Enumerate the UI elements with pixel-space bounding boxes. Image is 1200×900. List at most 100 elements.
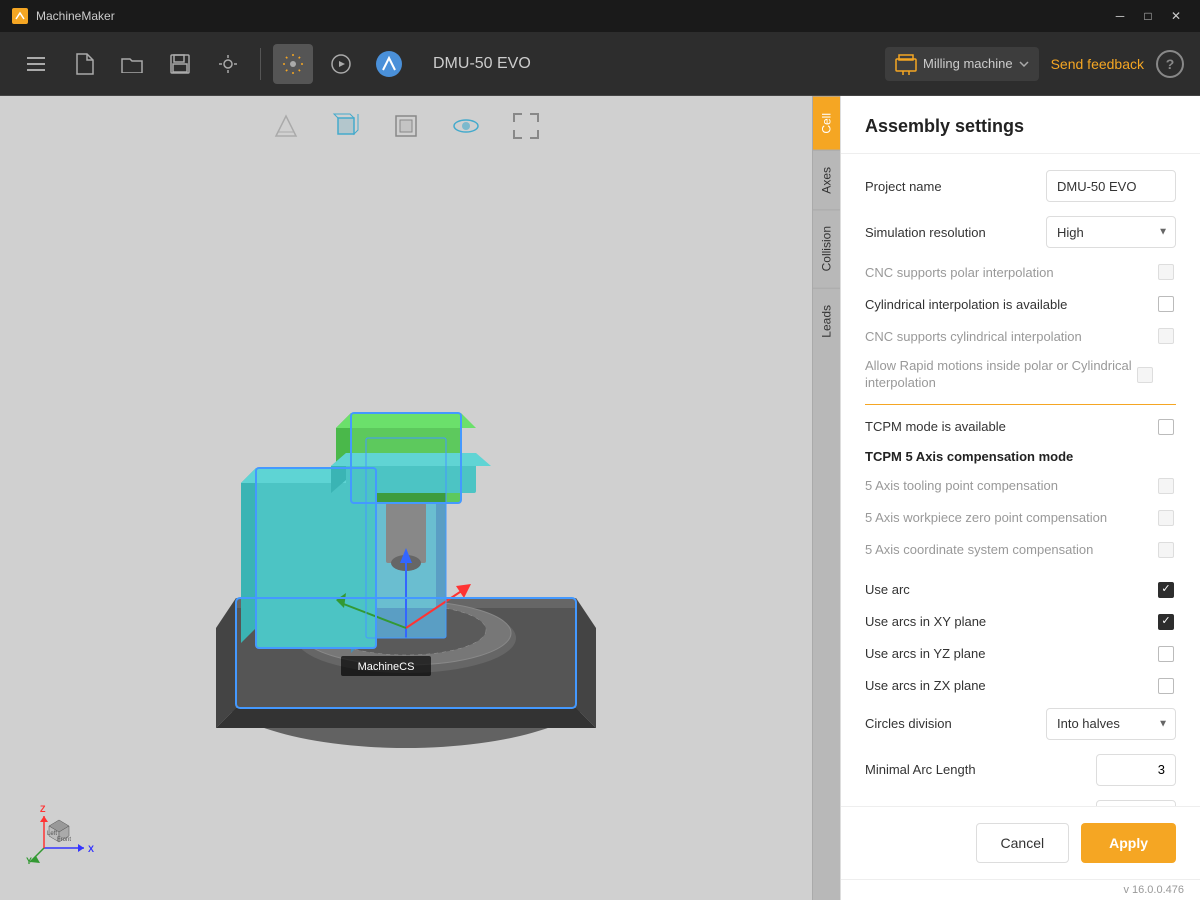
allow-rapid-row: Allow Rapid motions inside polar or Cyli… <box>865 358 1176 392</box>
play-button[interactable] <box>321 44 361 84</box>
svg-text:Left: Left <box>47 831 57 837</box>
view-perspective-button[interactable] <box>268 108 304 144</box>
viewport-canvas[interactable]: MachineCS <box>0 156 812 900</box>
side-tabs: Cell Axes Collision Leads <box>812 96 840 900</box>
settings-panel: Assembly settings Project name Simulatio… <box>840 96 1200 900</box>
tab-cell[interactable]: Cell <box>813 96 840 150</box>
menu-button[interactable] <box>16 44 56 84</box>
axis-tooling-row: 5 Axis tooling point compensation <box>865 476 1176 496</box>
save-file-button[interactable] <box>160 44 200 84</box>
logo-button[interactable] <box>369 44 409 84</box>
machine-svg: MachineCS <box>156 268 656 788</box>
svg-text:Z: Z <box>40 804 46 814</box>
toolbar-separator-1 <box>260 48 261 80</box>
cylindrical-available-checkbox[interactable] <box>1158 296 1174 312</box>
help-button[interactable]: ? <box>1156 50 1184 78</box>
view-isometric-button[interactable] <box>328 108 364 144</box>
min-arc-length-row: Minimal Arc Length <box>865 754 1176 786</box>
new-file-button[interactable] <box>64 44 104 84</box>
project-name-row: Project name <box>865 170 1176 202</box>
axis-coordinate-label: 5 Axis coordinate system compensation <box>865 542 1156 557</box>
allow-rapid-label: Allow Rapid motions inside polar or Cyli… <box>865 358 1135 392</box>
simulation-resolution-select[interactable]: Low Medium High Very High <box>1046 216 1176 248</box>
simulation-resolution-wrap: Low Medium High Very High ▼ <box>1046 216 1176 248</box>
axis-coordinate-checkbox <box>1158 542 1174 558</box>
main-content: MachineCS <box>0 96 1200 900</box>
chevron-down-icon <box>1019 61 1029 67</box>
use-arc-row: Use arc <box>865 580 1176 600</box>
cnc-polar-checkbox <box>1158 264 1174 280</box>
divider-1 <box>865 404 1176 405</box>
project-name-input[interactable] <box>1046 170 1176 202</box>
viewport: MachineCS <box>0 96 812 900</box>
maximize-button[interactable]: □ <box>1136 6 1160 26</box>
tcpm-compensation-title: TCPM 5 Axis compensation mode <box>865 449 1176 464</box>
cancel-button[interactable]: Cancel <box>976 823 1070 863</box>
axis-tooling-label: 5 Axis tooling point compensation <box>865 478 1156 493</box>
project-name-label: Project name <box>865 179 1046 194</box>
apply-button[interactable]: Apply <box>1081 823 1176 863</box>
cnc-polar-label: CNC supports polar interpolation <box>865 265 1156 280</box>
machine-name: DMU-50 EVO <box>433 55 531 73</box>
view-orbit-button[interactable] <box>448 108 484 144</box>
cylindrical-available-row: Cylindrical interpolation is available <box>865 294 1176 314</box>
tcpm-available-row: TCPM mode is available <box>865 417 1176 437</box>
circles-division-select[interactable]: Into halves Into quarters Full circles <box>1046 708 1176 740</box>
use-arc-checkbox[interactable] <box>1158 582 1174 598</box>
view-front-button[interactable] <box>388 108 424 144</box>
settings-footer: Cancel Apply <box>841 806 1200 879</box>
axis-workpiece-checkbox <box>1158 510 1174 526</box>
tab-collision[interactable]: Collision <box>813 209 840 287</box>
cnc-cylindrical-checkbox <box>1158 328 1174 344</box>
min-arc-length-input[interactable] <box>1096 754 1176 786</box>
use-arcs-xy-checkbox[interactable] <box>1158 614 1174 630</box>
settings-button[interactable] <box>273 44 313 84</box>
app-title: MachineMaker <box>36 9 115 23</box>
cnc-polar-row: CNC supports polar interpolation <box>865 262 1176 282</box>
transform-button[interactable] <box>208 44 248 84</box>
axis-workpiece-row: 5 Axis workpiece zero point compensation <box>865 508 1176 528</box>
use-arcs-yz-checkbox[interactable] <box>1158 646 1174 662</box>
spacer-1 <box>865 572 1176 580</box>
main-toolbar: DMU-50 EVO Milling machine Send feedback… <box>0 32 1200 96</box>
viewport-toolbar <box>0 96 812 156</box>
titlebar: MachineMaker ─ □ ✕ <box>0 0 1200 32</box>
toolbar-right: Milling machine Send feedback ? <box>885 47 1184 81</box>
svg-text:Front: Front <box>57 837 71 843</box>
use-arcs-yz-row: Use arcs in YZ plane <box>865 644 1176 664</box>
use-arcs-xy-label: Use arcs in XY plane <box>865 614 1156 629</box>
close-button[interactable]: ✕ <box>1164 6 1188 26</box>
machine-selector-label: Milling machine <box>923 56 1013 71</box>
send-feedback-button[interactable]: Send feedback <box>1051 56 1144 72</box>
minimize-button[interactable]: ─ <box>1108 6 1132 26</box>
cnc-cylindrical-label: CNC supports cylindrical interpolation <box>865 329 1156 344</box>
orientation-cube: X Y Z Left Front <box>24 788 104 868</box>
min-arc-length-label: Minimal Arc Length <box>865 762 1096 777</box>
view-fit-button[interactable] <box>508 108 544 144</box>
tab-axes[interactable]: Axes <box>813 150 840 210</box>
settings-header: Assembly settings <box>841 96 1200 154</box>
machine-selector[interactable]: Milling machine <box>885 47 1039 81</box>
settings-title: Assembly settings <box>865 116 1176 137</box>
tab-leads[interactable]: Leads <box>813 288 840 354</box>
open-file-button[interactable] <box>112 44 152 84</box>
axis-workpiece-label: 5 Axis workpiece zero point compensation <box>865 510 1156 525</box>
settings-body: Project name Simulation resolution Low M… <box>841 154 1200 806</box>
version-label: v 16.0.0.476 <box>841 879 1200 900</box>
svg-text:Y: Y <box>26 856 32 866</box>
machine-icon <box>895 53 917 75</box>
tcpm-available-checkbox[interactable] <box>1158 419 1174 435</box>
use-arcs-zx-checkbox[interactable] <box>1158 678 1174 694</box>
use-arcs-yz-label: Use arcs in YZ plane <box>865 646 1156 661</box>
simulation-resolution-row: Simulation resolution Low Medium High Ve… <box>865 216 1176 248</box>
svg-text:MachineCS: MachineCS <box>358 661 415 673</box>
tcpm-available-label: TCPM mode is available <box>865 419 1156 434</box>
cnc-cylindrical-row: CNC supports cylindrical interpolation <box>865 326 1176 346</box>
use-arc-label: Use arc <box>865 582 1156 597</box>
axis-tooling-checkbox <box>1158 478 1174 494</box>
window-controls: ─ □ ✕ <box>1108 6 1188 26</box>
use-arcs-xy-row: Use arcs in XY plane <box>865 612 1176 632</box>
circles-division-row: Circles division Into halves Into quarte… <box>865 708 1176 740</box>
axis-coordinate-row: 5 Axis coordinate system compensation <box>865 540 1176 560</box>
use-arcs-zx-row: Use arcs in ZX plane <box>865 676 1176 696</box>
